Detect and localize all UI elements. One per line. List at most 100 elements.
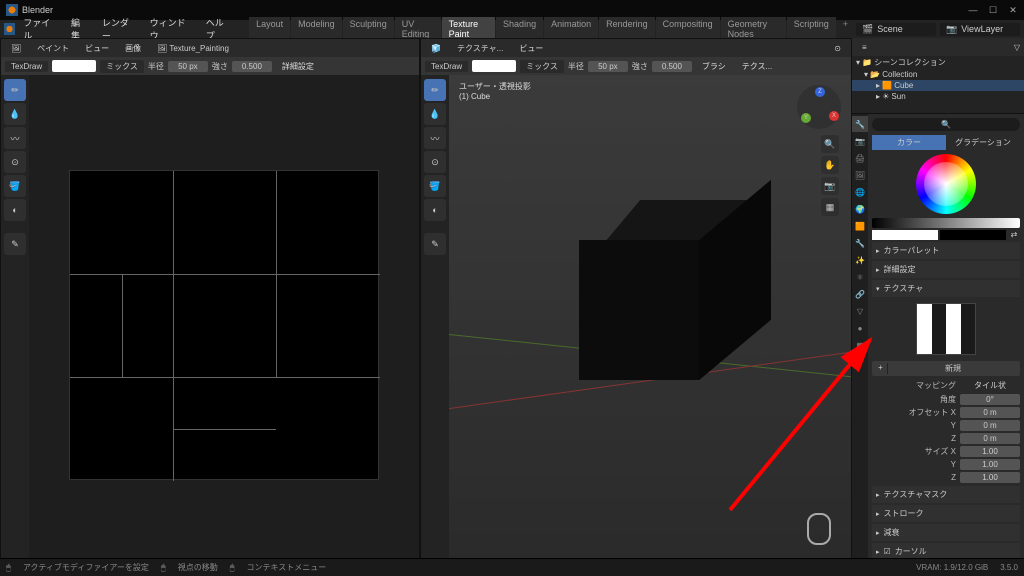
ptab-data[interactable]: ▽: [852, 303, 868, 319]
mapping-value[interactable]: タイル状: [960, 379, 1020, 392]
img-image-menu[interactable]: 画像: [119, 41, 147, 56]
img-brush[interactable]: TexDraw: [5, 61, 48, 72]
3d-blend[interactable]: ミックス: [520, 60, 564, 73]
scene-selector[interactable]: 🎬 Scene: [856, 23, 936, 36]
angle-label: 角度: [872, 394, 956, 405]
offsety-value[interactable]: 0 m: [960, 420, 1020, 431]
ptab-tool[interactable]: 🔧: [852, 116, 868, 132]
3d-mode[interactable]: テクスチャ...: [451, 42, 509, 55]
img-color-swatch[interactable]: [52, 60, 96, 72]
secondary-color[interactable]: [940, 230, 1006, 240]
sizez-value[interactable]: 1.00: [960, 472, 1020, 483]
value-slider[interactable]: [872, 218, 1020, 228]
angle-value[interactable]: 0°: [960, 394, 1020, 405]
offsetx-value[interactable]: 0 m: [960, 407, 1020, 418]
img-mode[interactable]: ペイント: [31, 42, 75, 55]
panel-palette[interactable]: カラーパレット: [872, 242, 1020, 259]
outliner-sun[interactable]: ▸ ☀ Sun: [852, 91, 1024, 102]
panel-texmask[interactable]: テクスチャマスク: [872, 486, 1020, 503]
gradient-tab[interactable]: グラデーション: [946, 135, 1020, 150]
editor-type-outliner[interactable]: ≡: [856, 42, 873, 53]
blender-icon[interactable]: [4, 23, 15, 35]
tool-annotate[interactable]: ✎: [4, 233, 26, 255]
tool-fill[interactable]: 🪣: [4, 175, 26, 197]
ptab-physics[interactable]: ⚛: [852, 269, 868, 285]
ptab-world[interactable]: 🌍: [852, 201, 868, 217]
status-modifier: アクティブモディファイアーを設定: [23, 562, 149, 573]
img-detail[interactable]: 詳細設定: [276, 59, 320, 74]
3d-brush-menu[interactable]: ブラシ: [696, 59, 732, 74]
img-view-menu[interactable]: ビュー: [79, 41, 115, 56]
3d-tex-menu[interactable]: テクス...: [736, 59, 778, 74]
tool-soften[interactable]: 💧: [4, 103, 26, 125]
img-strength[interactable]: 0.500: [232, 61, 272, 72]
ptab-particle[interactable]: ✨: [852, 252, 868, 268]
ptab-view[interactable]: 🖼: [852, 167, 868, 183]
tool-mask[interactable]: ◐: [4, 199, 26, 221]
swap-colors-icon[interactable]: ⇄: [1008, 230, 1020, 240]
outliner-collection[interactable]: ▾ 📂 Collection: [852, 69, 1024, 80]
panel-detail[interactable]: 詳細設定: [872, 261, 1020, 278]
sizex-value[interactable]: 1.00: [960, 446, 1020, 457]
ptab-scene[interactable]: 🌐: [852, 184, 868, 200]
editor-type-image[interactable]: 🖼: [5, 43, 27, 54]
zoom-icon[interactable]: 🔍: [821, 135, 839, 153]
tool-clone[interactable]: ⊙: [4, 151, 26, 173]
close-button[interactable]: ✕: [1008, 5, 1018, 16]
move-view-icon[interactable]: ✋: [821, 156, 839, 174]
tool3d-clone[interactable]: ⊙: [424, 151, 446, 173]
tool3d-soften[interactable]: 💧: [424, 103, 446, 125]
tool3d-draw[interactable]: ✏: [424, 79, 446, 101]
ptab-output[interactable]: 🖨: [852, 150, 868, 166]
img-name-field[interactable]: 🖼 Texture_Painting: [151, 43, 235, 54]
tool3d-annotate[interactable]: ✎: [424, 233, 446, 255]
3d-color-swatch[interactable]: [472, 60, 516, 72]
img-blend[interactable]: ミックス: [100, 60, 144, 73]
ptab-material[interactable]: ●: [852, 320, 868, 336]
props-search[interactable]: 🔍: [872, 118, 1020, 131]
cube-object[interactable]: [579, 230, 751, 402]
viewlayer-selector[interactable]: 📷 ViewLayer: [940, 23, 1020, 36]
nav-gizmo[interactable]: X Y Z: [797, 85, 841, 129]
view-object-label: (1) Cube: [459, 92, 531, 101]
3d-viewport[interactable]: ユーザー・透視投影 (1) Cube X Y Z 🔍 ✋ 📷: [449, 75, 851, 575]
tool3d-fill[interactable]: 🪣: [424, 175, 446, 197]
outliner-cube[interactable]: ▸ 🟧 Cube: [852, 80, 1024, 91]
outliner-filter-icon[interactable]: ▽: [1014, 43, 1020, 52]
primary-color[interactable]: [872, 230, 938, 240]
panel-stroke[interactable]: ストローク: [872, 505, 1020, 522]
color-tab[interactable]: カラー: [872, 135, 946, 150]
editor-type-3d[interactable]: 🧊: [425, 43, 447, 54]
ptab-modifier[interactable]: 🔧: [852, 235, 868, 251]
sizey-value[interactable]: 1.00: [960, 459, 1020, 470]
uv-viewport[interactable]: [29, 75, 419, 575]
camera-view-icon[interactable]: 📷: [821, 177, 839, 195]
persp-toggle-icon[interactable]: ▦: [821, 198, 839, 216]
panel-texture[interactable]: テクスチャ: [872, 280, 1020, 297]
3d-radius-label: 半径: [568, 61, 584, 72]
texture-preview[interactable]: [916, 303, 976, 355]
ptab-render[interactable]: 📷: [852, 133, 868, 149]
tool3d-mask[interactable]: ◐: [424, 199, 446, 221]
status-context: コンテキストメニュー: [247, 562, 327, 573]
minimize-button[interactable]: —: [968, 5, 978, 16]
outliner-scene-collection[interactable]: ▾ 📁 シーンコレクション: [852, 56, 1024, 69]
tool-smear[interactable]: 〰: [4, 127, 26, 149]
ptab-constraint[interactable]: 🔗: [852, 286, 868, 302]
3d-brush[interactable]: TexDraw: [425, 61, 468, 72]
tool3d-smear[interactable]: 〰: [424, 127, 446, 149]
new-texture-button[interactable]: +新規: [872, 361, 1020, 376]
offsetz-value[interactable]: 0 m: [960, 433, 1020, 444]
panel-falloff[interactable]: 減衰: [872, 524, 1020, 541]
img-radius[interactable]: 50 px: [168, 61, 208, 72]
ptab-object[interactable]: 🟧: [852, 218, 868, 234]
3d-shading[interactable]: ⊙: [828, 43, 847, 54]
3d-view-menu[interactable]: ビュー: [513, 41, 549, 56]
tool-draw[interactable]: ✏: [4, 79, 26, 101]
3d-strength[interactable]: 0.500: [652, 61, 692, 72]
sizex-label: サイズ X: [872, 446, 956, 457]
color-wheel[interactable]: [916, 154, 976, 214]
maximize-button[interactable]: ☐: [988, 5, 998, 16]
ptab-texture[interactable]: ▦: [852, 337, 868, 353]
3d-radius[interactable]: 50 px: [588, 61, 628, 72]
